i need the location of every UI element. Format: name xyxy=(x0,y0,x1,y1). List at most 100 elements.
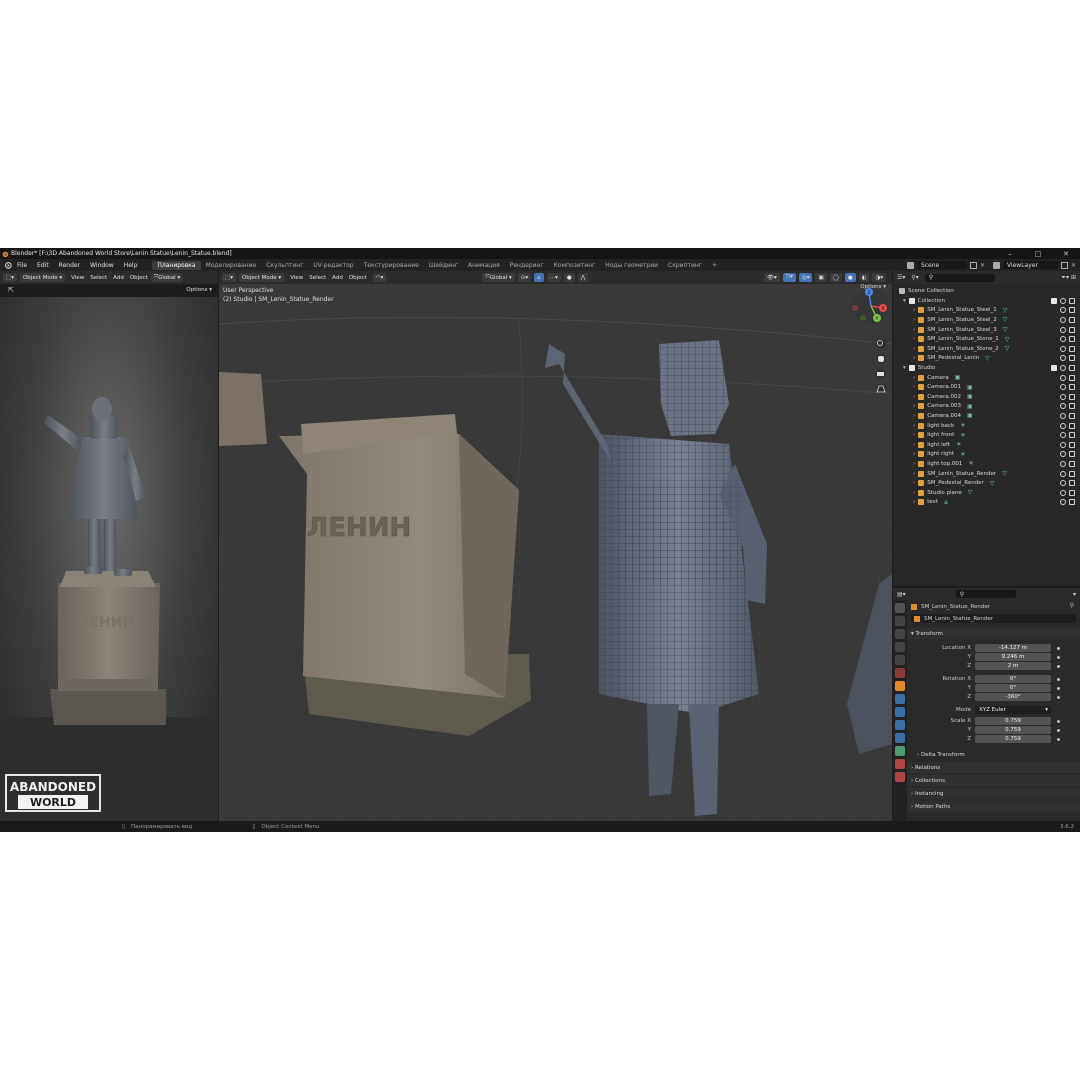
xray-toggle-icon[interactable]: ▣ xyxy=(815,273,827,282)
expand-arrow-icon[interactable]: › xyxy=(913,499,915,505)
outliner-collection-row[interactable]: ▾ Studio xyxy=(903,363,1079,373)
outliner-object-row[interactable]: › SM_Lenin_Statue_Steel_1 ▽ xyxy=(913,306,1079,316)
outliner-object-row[interactable]: › text a xyxy=(913,498,1079,508)
render-camera-icon[interactable] xyxy=(1069,441,1075,448)
snap-toggle-icon[interactable]: ⌂ xyxy=(534,273,544,282)
render-camera-icon[interactable] xyxy=(1069,489,1075,496)
render-camera-icon[interactable] xyxy=(1069,326,1075,333)
render-camera-icon[interactable] xyxy=(1069,393,1075,400)
left-select-tool-icon[interactable]: ⇱ xyxy=(8,286,14,294)
eye-icon[interactable] xyxy=(1060,374,1066,381)
eye-icon[interactable] xyxy=(1060,441,1066,448)
location-y-field[interactable]: 9.246 m xyxy=(975,653,1051,661)
delta-transform-section-header[interactable]: › Delta Transform xyxy=(913,749,1073,760)
workspace-tab-texture-paint[interactable]: Текстурирование xyxy=(359,261,424,270)
visibility-icon[interactable]: 👁▾ xyxy=(763,273,780,282)
outliner-object-row[interactable]: › light right ☀ xyxy=(913,450,1079,460)
viewport-menu-select[interactable]: Select xyxy=(309,275,326,281)
relations-section-header[interactable]: › Relations xyxy=(907,762,1080,773)
eye-icon[interactable] xyxy=(1060,326,1066,333)
shading-material-icon[interactable]: ◐ xyxy=(858,273,870,282)
viewport-editor-type-button[interactable]: ⬚▾ xyxy=(222,273,236,282)
eye-icon[interactable] xyxy=(1060,355,1066,362)
menu-help[interactable]: Help xyxy=(119,262,143,269)
outliner-object-row[interactable]: › SM_Lenin_Statue_Render ▽ xyxy=(913,469,1079,479)
expand-arrow-icon[interactable]: › xyxy=(913,471,915,477)
menu-render[interactable]: Render xyxy=(54,262,85,269)
render-camera-icon[interactable] xyxy=(1069,412,1075,419)
menu-edit[interactable]: Edit xyxy=(32,262,54,269)
gizmo-toggle-icon[interactable]: ⤧▾ xyxy=(782,273,796,282)
render-camera-icon[interactable] xyxy=(1069,451,1075,458)
shading-solid-icon[interactable]: ● xyxy=(844,273,856,282)
eye-icon[interactable] xyxy=(1060,345,1066,352)
render-camera-icon[interactable] xyxy=(1069,316,1075,323)
outliner-filter-icon[interactable]: ⏷▾ ⊞ xyxy=(1061,274,1076,282)
expand-arrow-icon[interactable]: ▾ xyxy=(903,365,906,371)
view-layer-tab-icon[interactable] xyxy=(895,642,905,652)
location-x-field[interactable]: -14.127 m xyxy=(975,644,1051,652)
maximize-button[interactable]: □ xyxy=(1024,250,1052,258)
snap-target-icon[interactable]: ⋯▾ xyxy=(546,273,561,282)
expand-arrow-icon[interactable]: › xyxy=(913,451,915,457)
expand-arrow-icon[interactable]: › xyxy=(913,413,915,419)
shading-rendered-icon[interactable]: ◑▾ xyxy=(872,273,886,282)
expand-arrow-icon[interactable]: › xyxy=(913,355,915,361)
expand-arrow-icon[interactable]: › xyxy=(913,384,915,390)
add-workspace-button[interactable]: + xyxy=(707,261,722,270)
viewport-options-button[interactable]: Options ▾ xyxy=(860,284,886,290)
eye-icon[interactable] xyxy=(1060,460,1066,467)
eye-icon[interactable] xyxy=(1060,297,1066,304)
render-camera-icon[interactable] xyxy=(1069,364,1075,371)
transform-section-header[interactable]: ▾ Transform xyxy=(907,628,1080,639)
constraints-tab-icon[interactable] xyxy=(895,733,905,743)
render-preview-viewport[interactable]: ЛЕНИН ABANDONED WORLD xyxy=(0,297,218,821)
render-camera-icon[interactable] xyxy=(1069,355,1075,362)
object-name-field[interactable]: SM_Lenin_Statue_Render xyxy=(911,614,1076,623)
viewport-mode-dropdown[interactable]: Object Mode ▾ xyxy=(238,273,285,282)
workspace-tab-compositing[interactable]: Композитинг xyxy=(549,261,601,270)
material-tab-icon[interactable] xyxy=(895,759,905,769)
outliner-object-row[interactable]: › Camera ▣ xyxy=(913,373,1079,383)
workspace-tab-rendering[interactable]: Рендеринг xyxy=(505,261,549,270)
render-camera-icon[interactable] xyxy=(1069,470,1075,477)
left-options-button[interactable]: Options ▾ xyxy=(186,287,212,293)
left-menu-view[interactable]: View xyxy=(71,275,84,281)
modifier-tab-icon[interactable] xyxy=(895,694,905,704)
view-layer-selector[interactable]: ViewLayer xyxy=(1002,261,1058,269)
collections-section-header[interactable]: › Collections xyxy=(907,775,1080,786)
render-camera-icon[interactable] xyxy=(1069,374,1075,381)
new-scene-icon[interactable] xyxy=(969,261,977,269)
render-camera-icon[interactable] xyxy=(1069,460,1075,467)
object-tab-icon[interactable] xyxy=(895,681,905,691)
editor-type-button[interactable]: ⬚▾ xyxy=(3,273,17,282)
render-camera-icon[interactable] xyxy=(1069,384,1075,391)
exclude-checkbox-icon[interactable] xyxy=(1051,364,1057,371)
viewport-menu-view[interactable]: View xyxy=(290,275,303,281)
scene-selector[interactable]: Scene xyxy=(916,261,967,269)
outliner-object-row[interactable]: › light back ☀ xyxy=(913,421,1079,431)
expand-arrow-icon[interactable]: ▾ xyxy=(903,298,906,304)
eye-icon[interactable] xyxy=(1060,384,1066,391)
eye-icon[interactable] xyxy=(1060,393,1066,400)
delete-view-layer-icon[interactable]: ✕ xyxy=(1071,262,1076,269)
motion-paths-section-header[interactable]: › Motion Paths xyxy=(907,801,1080,812)
render-camera-icon[interactable] xyxy=(1069,336,1075,343)
eye-icon[interactable] xyxy=(1060,480,1066,487)
render-camera-icon[interactable] xyxy=(1069,422,1075,429)
outliner-object-row[interactable]: › Camera.001 ▣ xyxy=(913,382,1079,392)
outliner-object-row[interactable]: › Camera.002 ▣ xyxy=(913,392,1079,402)
left-menu-object[interactable]: Object xyxy=(130,275,148,281)
left-orientation-dropdown[interactable]: ⤧ Global ▾ xyxy=(150,273,184,282)
proportional-editing-icon[interactable]: ● xyxy=(563,273,575,282)
outliner-object-row[interactable]: › SM_Lenin_Statue_Stone_2 ▽ xyxy=(913,344,1079,354)
particles-tab-icon[interactable] xyxy=(895,707,905,717)
blender-menu-icon[interactable] xyxy=(4,261,12,269)
render-tab-icon[interactable] xyxy=(895,616,905,626)
expand-arrow-icon[interactable]: › xyxy=(913,336,915,342)
location-y-keyframe-dot[interactable] xyxy=(1057,656,1060,659)
close-button[interactable]: ✕ xyxy=(1052,250,1080,258)
outliner-object-row[interactable]: › SM_Pedestal_Render ▽ xyxy=(913,478,1079,488)
workspace-tab-layout[interactable]: Планировка xyxy=(152,260,201,270)
minimize-button[interactable]: – xyxy=(996,250,1024,258)
